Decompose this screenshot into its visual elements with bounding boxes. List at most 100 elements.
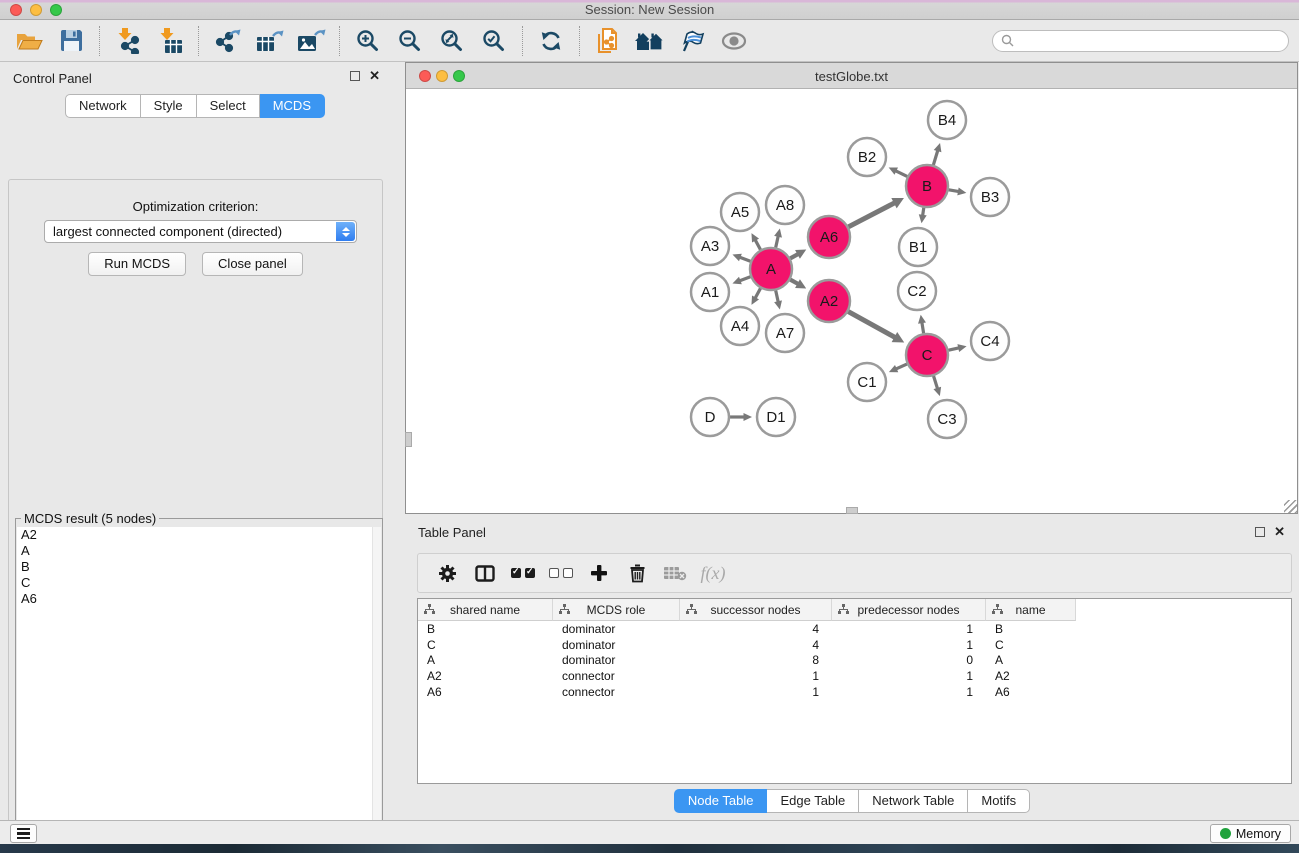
delete-column-button[interactable] [618, 557, 656, 589]
node-table[interactable]: shared nameMCDS rolesuccessor nodesprede… [417, 598, 1292, 784]
table-cell[interactable]: 1 [832, 685, 986, 699]
tab-network-table[interactable]: Network Table [859, 789, 968, 813]
graph-node-A[interactable]: A [750, 248, 792, 290]
graph-node-D[interactable]: D [691, 398, 729, 436]
graph-edge-A-A2[interactable] [790, 280, 798, 284]
close-panel-button[interactable]: Close panel [202, 252, 303, 276]
zoom-out-button[interactable] [389, 23, 431, 59]
import-table-button[interactable] [149, 23, 191, 59]
eye-button[interactable] [713, 23, 755, 59]
table-cell[interactable]: C [418, 638, 553, 652]
refresh-view-button[interactable] [530, 23, 572, 59]
tab-style[interactable]: Style [141, 94, 197, 118]
import-network-button[interactable] [107, 23, 149, 59]
task-history-button[interactable] [10, 824, 37, 843]
graph-node-C3[interactable]: C3 [928, 400, 966, 438]
table-row[interactable]: Cdominator41C [418, 637, 1291, 653]
table-row[interactable]: A6connector11A6 [418, 684, 1291, 700]
homes-button[interactable] [629, 23, 671, 59]
table-cell[interactable]: 1 [832, 669, 986, 683]
graph-edge-B-B3[interactable] [949, 190, 959, 192]
table-row[interactable]: A2connector11A2 [418, 668, 1291, 684]
select-all-columns-button[interactable] [504, 557, 542, 589]
graph-node-A2[interactable]: A2 [808, 280, 850, 322]
table-cell[interactable]: A6 [418, 685, 553, 699]
graph-node-A3[interactable]: A3 [691, 227, 729, 265]
function-builder-button[interactable]: f(x) [694, 557, 732, 589]
vertical-scrollbar-thumb[interactable] [405, 432, 412, 447]
result-item[interactable]: B [17, 559, 381, 575]
column-header-MCDS-role[interactable]: MCDS role [553, 599, 680, 621]
show-column-panel-button[interactable] [466, 557, 504, 589]
network-canvas[interactable]: B4B2BB3A8A5A6A3B1AC2A1A2A4A7C4CC1DD1C3 [406, 89, 1297, 513]
column-header-shared-name[interactable]: shared name [418, 599, 553, 621]
graph-node-B4[interactable]: B4 [928, 101, 966, 139]
delete-table-button[interactable] [656, 557, 694, 589]
column-header-predecessor-nodes[interactable]: predecessor nodes [832, 599, 986, 621]
table-cell[interactable]: 0 [832, 653, 986, 667]
graph-node-B1[interactable]: B1 [899, 228, 937, 266]
zoom-fit-button[interactable] [431, 23, 473, 59]
graph-node-B3[interactable]: B3 [971, 178, 1009, 216]
result-scrollbar[interactable] [372, 527, 381, 853]
graph-edge-B-B1[interactable] [923, 208, 924, 216]
graph-node-A7[interactable]: A7 [766, 314, 804, 352]
table-row[interactable]: Bdominator41B [418, 621, 1291, 637]
graph-edge-A-A3[interactable] [739, 257, 750, 261]
graph-edge-B-B2[interactable] [895, 171, 907, 177]
graph-edge-C-C1[interactable] [896, 364, 907, 369]
table-cell[interactable]: B [986, 622, 1076, 636]
run-mcds-button[interactable]: Run MCDS [88, 252, 186, 276]
zoom-selected-button[interactable] [473, 23, 515, 59]
table-cell[interactable]: A6 [986, 685, 1076, 699]
tab-node-table[interactable]: Node Table [674, 789, 768, 813]
table-cell[interactable]: connector [553, 669, 680, 683]
graph-node-A8[interactable]: A8 [766, 186, 804, 224]
float-panel-icon[interactable] [350, 71, 360, 81]
graph-node-C4[interactable]: C4 [971, 322, 1009, 360]
result-item[interactable]: A6 [17, 591, 381, 607]
table-close-panel-icon[interactable]: ✕ [1274, 526, 1285, 537]
table-row[interactable]: Adominator80A [418, 652, 1291, 668]
unselect-all-columns-button[interactable] [542, 557, 580, 589]
graph-node-C[interactable]: C [906, 334, 948, 376]
graph-edge-A6-B[interactable] [849, 203, 895, 227]
create-column-button[interactable] [580, 557, 618, 589]
table-float-panel-icon[interactable] [1255, 527, 1265, 537]
mcds-result-list[interactable]: A2ABCA6 [17, 527, 381, 853]
tab-mcds[interactable]: MCDS [260, 94, 325, 118]
graph-edge-A-A8[interactable] [776, 236, 779, 248]
tab-edge-table[interactable]: Edge Table [767, 789, 859, 813]
table-cell[interactable]: 1 [832, 638, 986, 652]
table-cell[interactable]: 1 [832, 622, 986, 636]
result-item[interactable]: C [17, 575, 381, 591]
graph-edge-C-C2[interactable] [922, 322, 924, 333]
close-panel-icon[interactable]: ✕ [369, 70, 380, 81]
graph-node-A1[interactable]: A1 [691, 273, 729, 311]
open-file-button[interactable] [8, 23, 50, 59]
graph-node-C2[interactable]: C2 [898, 272, 936, 310]
table-cell[interactable]: 1 [680, 669, 832, 683]
graph-edge-B-B4[interactable] [933, 150, 937, 165]
graph-edge-A-A7[interactable] [776, 290, 779, 302]
graph-node-A4[interactable]: A4 [721, 307, 759, 345]
save-session-button[interactable] [50, 23, 92, 59]
table-cell[interactable]: 4 [680, 622, 832, 636]
table-cell[interactable]: 4 [680, 638, 832, 652]
tab-network[interactable]: Network [65, 94, 141, 118]
graph-node-A5[interactable]: A5 [721, 193, 759, 231]
graph-node-B2[interactable]: B2 [848, 138, 886, 176]
table-cell[interactable]: dominator [553, 622, 680, 636]
search-field[interactable] [992, 30, 1289, 52]
optimization-criterion-select[interactable]: largest connected component (directed) [44, 220, 357, 243]
column-header-name[interactable]: name [986, 599, 1076, 621]
search-input[interactable] [1019, 34, 1280, 48]
horizontal-scrollbar-thumb[interactable] [846, 507, 858, 514]
graph-node-D1[interactable]: D1 [757, 398, 795, 436]
flag-button[interactable] [671, 23, 713, 59]
export-image-button[interactable] [290, 23, 332, 59]
graph-edge-A-A4[interactable] [755, 288, 760, 298]
table-cell[interactable]: 1 [680, 685, 832, 699]
resize-handle[interactable] [1284, 500, 1297, 513]
graph-edge-A-A5[interactable] [755, 240, 760, 250]
